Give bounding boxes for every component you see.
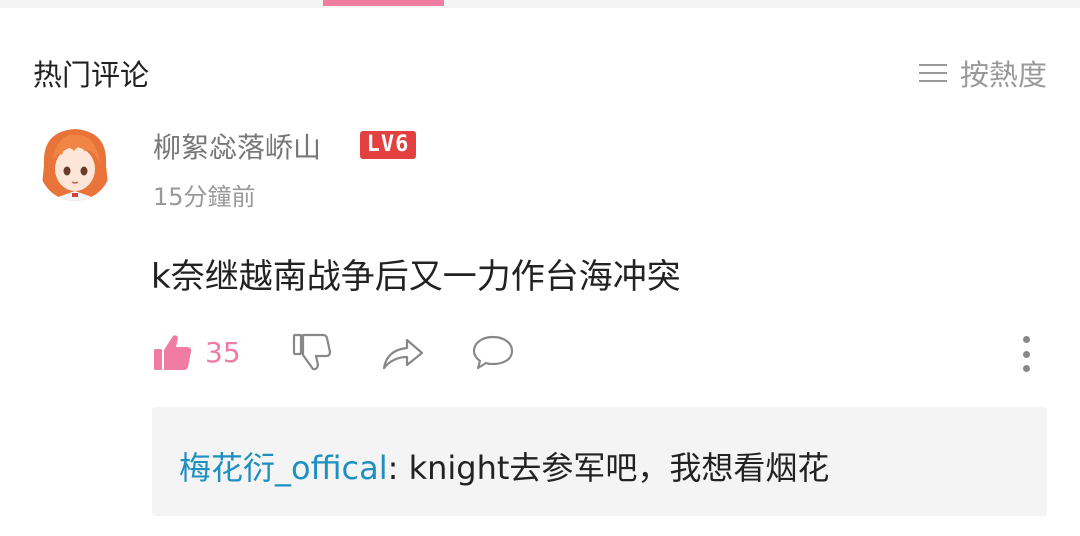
reply-preview[interactable]: 梅花衍_offical: knight去参军吧，我想看烟花 xyxy=(152,407,1047,516)
thumbs-down-icon xyxy=(292,333,332,371)
level-badge: LV6 xyxy=(360,131,416,159)
comment-text: k奈继越南战争后又一力作台海冲突 xyxy=(151,257,681,297)
username[interactable]: 柳絮惢落峤山 xyxy=(153,126,321,166)
reply-author[interactable]: 梅花衍_offical xyxy=(179,449,388,487)
reply-button[interactable] xyxy=(471,332,515,372)
share-button[interactable] xyxy=(381,332,425,372)
top-tab-bar xyxy=(0,0,1080,8)
section-title: 热门评论 xyxy=(33,58,150,92)
timestamp: 15分鐘前 xyxy=(153,183,256,211)
menu-lines-icon xyxy=(918,61,947,85)
like-count: 35 xyxy=(205,335,241,369)
avatar-image xyxy=(40,129,110,201)
reply-line: 梅花衍_offical: knight去参军吧，我想看烟花 xyxy=(179,443,829,489)
sort-label: 按熱度 xyxy=(959,58,1047,92)
reply-text: knight去参军吧，我想看烟花 xyxy=(408,449,830,487)
reply-separator: : xyxy=(387,449,409,487)
like-button[interactable]: 35 xyxy=(153,332,241,372)
active-tab-indicator xyxy=(323,0,444,6)
avatar[interactable] xyxy=(40,125,110,205)
thumbs-up-icon xyxy=(154,335,192,370)
reply-bubble-icon xyxy=(472,335,514,370)
dislike-button[interactable] xyxy=(292,332,332,372)
sort-button[interactable]: 按熱度 xyxy=(918,52,1047,94)
share-icon xyxy=(382,338,424,370)
more-icon[interactable] xyxy=(1011,336,1041,372)
